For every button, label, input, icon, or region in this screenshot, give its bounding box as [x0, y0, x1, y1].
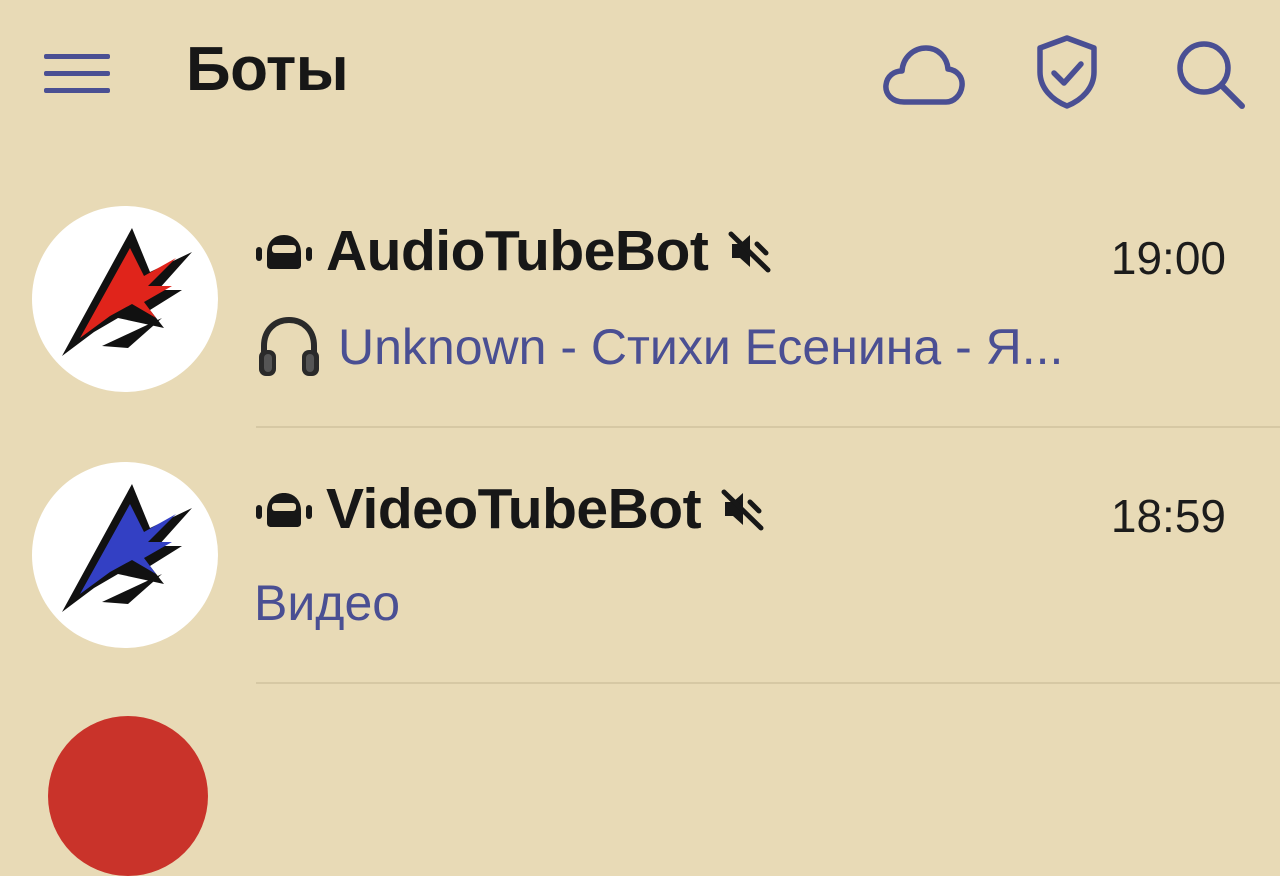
chat-preview-text: Видео	[254, 575, 401, 631]
cloud-button[interactable]	[880, 30, 966, 116]
muted-icon	[726, 228, 772, 274]
chat-name: VideoTubeBot	[326, 477, 702, 541]
chat-title: VideoTubeBot	[254, 474, 765, 544]
proxy-shield-button[interactable]	[1024, 30, 1110, 116]
avatar	[32, 206, 218, 392]
muted-icon	[719, 486, 765, 532]
headphones-icon	[254, 316, 324, 378]
bot-icon	[254, 489, 314, 529]
chat-title: AudioTubeBot	[254, 216, 772, 286]
chat-time: 18:59	[1110, 490, 1226, 542]
chat-preview-text: Unknown - Стихи Есенина - Я...	[338, 319, 1064, 375]
cloud-icon	[883, 45, 965, 105]
menu-button[interactable]	[40, 42, 114, 98]
chat-list-item[interactable]: VideoTubeBot 18:59 Видео	[0, 428, 1280, 686]
chat-name: AudioTubeBot	[326, 219, 709, 283]
page-title: Боты	[186, 35, 349, 104]
search-icon	[1177, 41, 1245, 109]
avatar[interactable]	[48, 716, 208, 876]
menu-icon	[44, 54, 110, 93]
top-app-bar: Боты	[0, 0, 1280, 145]
shield-check-icon	[1037, 35, 1097, 109]
videotubebot-logo-icon	[62, 484, 192, 612]
chat-time: 19:00	[1110, 232, 1226, 284]
divider	[256, 682, 1280, 684]
search-button[interactable]	[1166, 30, 1252, 116]
avatar	[32, 462, 218, 648]
chat-preview: Unknown - Стихи Есенина - Я...	[254, 312, 1063, 382]
audiotubebot-logo-icon	[62, 228, 192, 356]
chat-preview: Видео	[254, 568, 400, 638]
bot-icon	[254, 231, 314, 271]
chat-list-item[interactable]: AudioTubeBot 19:00 Unknown - Стихи Есени…	[0, 170, 1280, 428]
